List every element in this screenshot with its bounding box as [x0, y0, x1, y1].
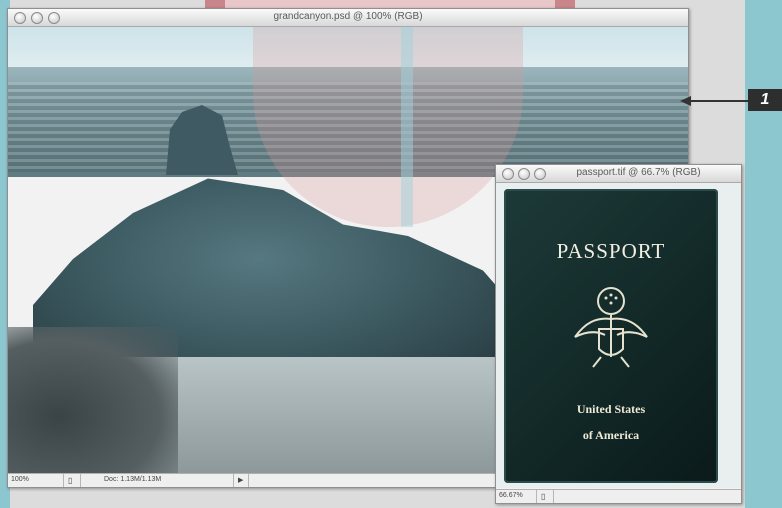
overlay-divider [401, 27, 413, 227]
zoom-level[interactable]: 66.67% [499, 492, 523, 499]
page-icon[interactable]: ▯ [68, 476, 72, 485]
status-divider [248, 474, 249, 487]
window-titlebar[interactable]: passport.tif @ 66.7% (RGB) [496, 165, 741, 183]
callout-number-badge: 1 [748, 89, 782, 111]
callout-arrow-line [690, 100, 748, 102]
callout-arrow-icon [680, 96, 691, 106]
zoom-level[interactable]: 100% [11, 476, 29, 483]
passport-cover: PASSPORT United States of America [504, 189, 718, 483]
passport-country-line1: United States [576, 402, 646, 416]
status-divider [553, 490, 554, 503]
minimize-button[interactable] [518, 168, 530, 180]
doc-size-info: Doc: 1.13M/1.13M [104, 476, 162, 483]
close-button[interactable] [502, 168, 514, 180]
status-divider [536, 490, 537, 503]
backdrop-band-right [745, 0, 782, 508]
window-titlebar[interactable]: grandcanyon.psd @ 100% (RGB) [8, 9, 688, 27]
passport-document-window[interactable]: passport.tif @ 66.7% (RGB) PASSPORT Unit… [495, 164, 742, 504]
status-bar: 66.67% ▯ [496, 489, 741, 503]
photo-foreground-brush [8, 327, 178, 473]
passport-heading: PASSPORT [556, 239, 666, 263]
status-divider [63, 474, 64, 487]
status-divider [80, 474, 81, 487]
eagle-seal-icon [574, 287, 648, 368]
status-menu-arrow-icon[interactable]: ▶ [238, 476, 243, 484]
window-title: passport.tif @ 66.7% (RGB) [576, 167, 701, 178]
passport-country-line2: of America [582, 428, 640, 442]
window-title: grandcanyon.psd @ 100% (RGB) [273, 11, 423, 22]
image-canvas[interactable]: PASSPORT United States of America [496, 183, 741, 488]
status-divider [233, 474, 234, 487]
page-icon[interactable]: ▯ [541, 492, 545, 501]
